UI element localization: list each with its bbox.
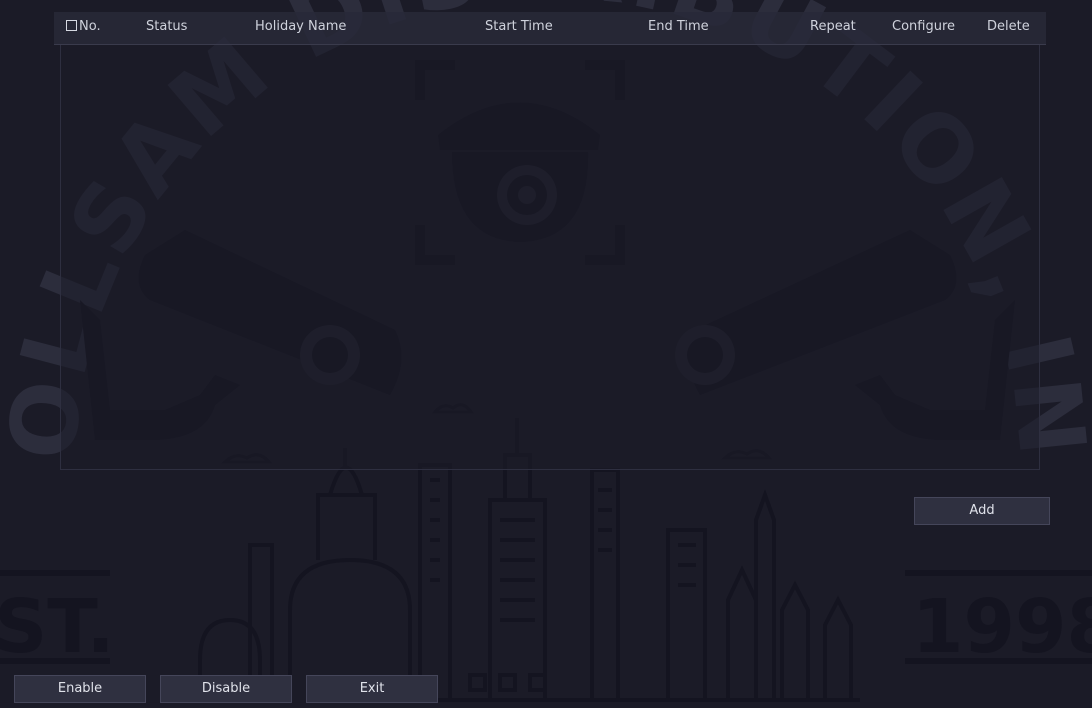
disable-button[interactable]: Disable xyxy=(160,675,292,703)
column-configure[interactable]: Configure xyxy=(892,19,955,34)
column-end-time[interactable]: End Time xyxy=(648,19,709,34)
select-all-checkbox[interactable] xyxy=(66,20,77,31)
column-delete[interactable]: Delete xyxy=(987,19,1030,34)
add-button[interactable]: Add xyxy=(914,497,1050,525)
column-holiday-name[interactable]: Holiday Name xyxy=(255,19,346,34)
column-no: No. xyxy=(66,19,101,34)
column-repeat[interactable]: Repeat xyxy=(810,19,856,34)
table-body xyxy=(60,45,1040,470)
exit-button[interactable]: Exit xyxy=(306,675,438,703)
column-status[interactable]: Status xyxy=(146,19,187,34)
table-header: No. Status Holiday Name Start Time End T… xyxy=(54,12,1046,45)
svg-text:ST.: ST. xyxy=(0,584,115,670)
column-no-label: No. xyxy=(79,19,101,34)
column-start-time[interactable]: Start Time xyxy=(485,19,553,34)
holiday-table: No. Status Holiday Name Start Time End T… xyxy=(54,12,1046,470)
svg-text:1998: 1998 xyxy=(912,584,1092,670)
enable-button[interactable]: Enable xyxy=(14,675,146,703)
